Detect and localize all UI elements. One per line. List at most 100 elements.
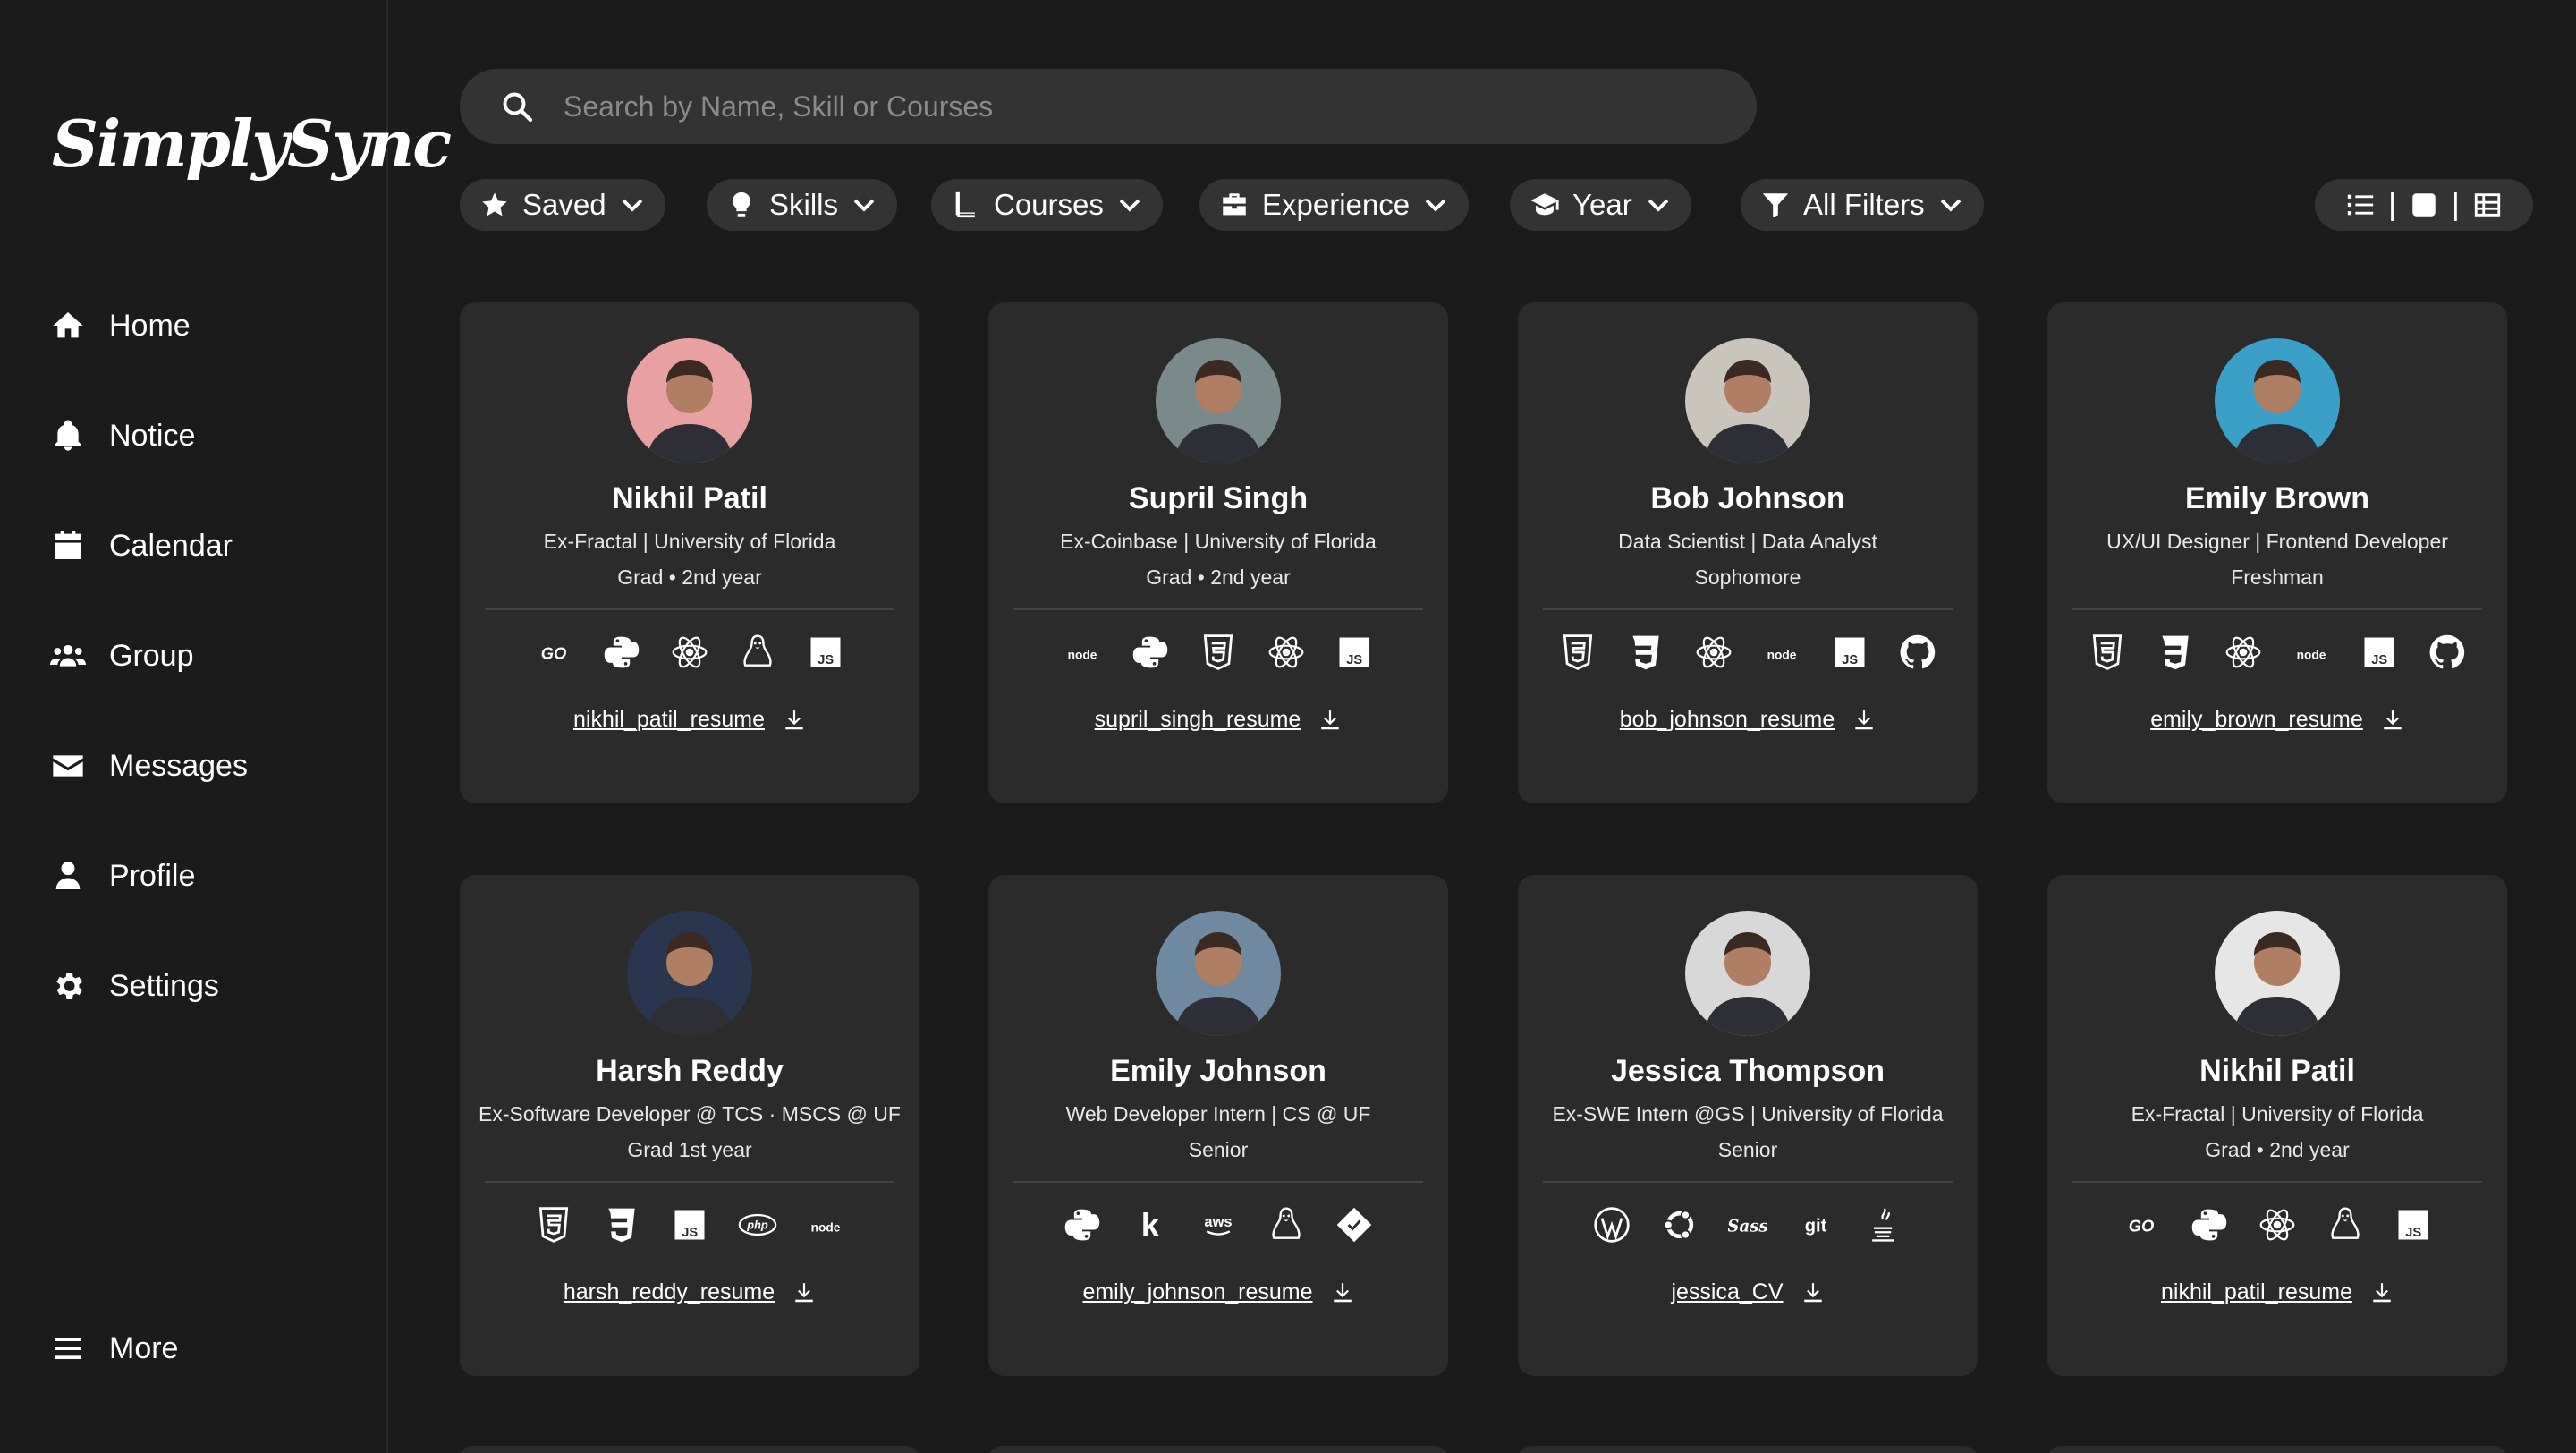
- student-card[interactable]: Emily Johnson Web Developer Intern | CS …: [988, 875, 1448, 1376]
- css3-icon: [2155, 632, 2196, 673]
- view-toggle: | |: [2315, 179, 2533, 231]
- book-icon: [955, 191, 975, 218]
- linux-icon: [2325, 1204, 2366, 1245]
- sidebar-item-settings[interactable]: Settings: [50, 968, 219, 1004]
- sidebar-item-home[interactable]: Home: [50, 308, 191, 344]
- sidebar-item-messages[interactable]: Messages: [50, 748, 248, 784]
- skill-icons: GO JS: [460, 632, 919, 673]
- filter-saved[interactable]: Saved: [460, 179, 665, 231]
- filter-courses[interactable]: Courses: [931, 179, 1163, 231]
- sidebar-item-notice[interactable]: Notice: [50, 418, 195, 454]
- sidebar-item-label: Messages: [109, 748, 248, 783]
- divider: [1013, 608, 1423, 610]
- student-year: Grad 1st year: [627, 1138, 752, 1161]
- chevron-down-icon: [1425, 199, 1446, 212]
- search-bar[interactable]: [460, 69, 1757, 144]
- student-card[interactable]: Jessica Thompson Ex-SWE Intern @GS | Uni…: [1518, 875, 1978, 1376]
- download-icon[interactable]: [2370, 1281, 2394, 1304]
- student-card[interactable]: Harsh Reddy Ex-Software Developer @ TCS …: [460, 875, 919, 1376]
- resume-link[interactable]: supril_singh_resume: [1095, 707, 1301, 733]
- download-icon[interactable]: [792, 1281, 816, 1304]
- skill-icons: node JS: [988, 632, 1448, 673]
- briefcase-icon: [1223, 193, 1246, 216]
- student-title: Ex-Fractal | University of Florida: [2131, 1102, 2424, 1126]
- avatar[interactable]: [627, 338, 752, 463]
- javascript-icon: JS: [2393, 1204, 2434, 1245]
- card-peek: [460, 1446, 919, 1453]
- filter-year[interactable]: Year: [1510, 179, 1691, 231]
- github-icon: [1897, 632, 1938, 673]
- git-icon: git: [1795, 1204, 1836, 1245]
- sidebar-item-calendar[interactable]: Calendar: [50, 528, 233, 564]
- php-icon: php: [737, 1204, 778, 1245]
- sidebar-more[interactable]: More: [50, 1330, 178, 1366]
- divider: [1543, 1181, 1953, 1183]
- avatar[interactable]: [2215, 338, 2340, 463]
- student-name[interactable]: Nikhil Patil: [2047, 1054, 2507, 1089]
- svg-text:JS: JS: [2405, 1226, 2421, 1240]
- javascript-icon: JS: [805, 632, 846, 673]
- avatar[interactable]: [627, 911, 752, 1036]
- svg-text:php: php: [746, 1219, 768, 1232]
- avatar[interactable]: [1685, 338, 1810, 463]
- filter-label: Skills: [769, 188, 839, 221]
- html5-icon: [2087, 632, 2128, 673]
- student-name[interactable]: Nikhil Patil: [460, 481, 919, 516]
- student-card[interactable]: Supril Singh Ex-Coinbase | University of…: [988, 302, 1448, 803]
- filter-skills[interactable]: Skills: [707, 179, 898, 231]
- html5-icon: [1557, 632, 1598, 673]
- view-separator: |: [2452, 187, 2460, 222]
- download-icon[interactable]: [1801, 1281, 1825, 1304]
- avatar[interactable]: [1685, 911, 1810, 1036]
- student-name[interactable]: Jessica Thompson: [1518, 1054, 1978, 1089]
- student-name[interactable]: Supril Singh: [988, 481, 1448, 516]
- resume-link[interactable]: bob_johnson_resume: [1620, 707, 1835, 733]
- resume-link[interactable]: jessica_CV: [1671, 1279, 1783, 1305]
- sidebar-item-profile[interactable]: Profile: [50, 858, 195, 894]
- student-card[interactable]: Bob Johnson Data Scientist | Data Analys…: [1518, 302, 1978, 803]
- filter-label: All Filters: [1803, 188, 1925, 221]
- resume-link[interactable]: nikhil_patil_resume: [2161, 1279, 2352, 1305]
- sidebar-item-group[interactable]: Group: [50, 638, 194, 674]
- resume-link[interactable]: emily_brown_resume: [2150, 707, 2363, 733]
- skill-icons: node JS: [1518, 632, 1978, 673]
- python-icon: [1062, 1204, 1103, 1245]
- student-card[interactable]: Nikhil Patil Ex-Fractal | University of …: [2047, 875, 2507, 1376]
- student-year: Senior: [1717, 1138, 1778, 1161]
- student-name[interactable]: Emily Johnson: [988, 1054, 1448, 1089]
- student-title: Web Developer Intern | CS @ UF: [1065, 1102, 1371, 1126]
- student-card[interactable]: Nikhil Patil Ex-Fractal | University of …: [460, 302, 919, 803]
- download-icon[interactable]: [2381, 709, 2404, 732]
- avatar[interactable]: [2215, 911, 2340, 1036]
- resume-link[interactable]: nikhil_patil_resume: [573, 707, 765, 733]
- filter-all[interactable]: All Filters: [1741, 179, 1984, 231]
- student-year: Senior: [1188, 1138, 1249, 1161]
- skill-icons: GO JS: [2047, 1204, 2507, 1245]
- resume-link[interactable]: harsh_reddy_resume: [564, 1279, 775, 1305]
- download-icon[interactable]: [1331, 1281, 1354, 1304]
- student-card[interactable]: Emily Brown UX/UI Designer | Frontend De…: [2047, 302, 2507, 803]
- grid-view-icon[interactable]: [2472, 190, 2503, 220]
- chevron-down-icon: [853, 199, 875, 212]
- html5-icon: [1198, 632, 1239, 673]
- student-name[interactable]: Harsh Reddy: [460, 1054, 919, 1089]
- filter-experience[interactable]: Experience: [1199, 179, 1470, 231]
- download-icon[interactable]: [783, 709, 806, 732]
- avatar[interactable]: [1156, 338, 1281, 463]
- resume-row: supril_singh_resume: [988, 707, 1448, 733]
- list-view-icon[interactable]: [2345, 190, 2376, 220]
- resume-link[interactable]: emily_johnson_resume: [1082, 1279, 1312, 1305]
- download-icon[interactable]: [1318, 709, 1342, 732]
- avatar[interactable]: [1156, 911, 1281, 1036]
- app-logo[interactable]: SimplySync: [52, 106, 452, 182]
- student-name[interactable]: Bob Johnson: [1518, 481, 1978, 516]
- student-year: Sophomore: [1694, 565, 1801, 589]
- divider: [1013, 1181, 1423, 1183]
- download-icon[interactable]: [1852, 709, 1876, 732]
- nodejs-icon: node: [1062, 632, 1103, 673]
- single-view-icon[interactable]: [2409, 190, 2439, 220]
- student-name[interactable]: Emily Brown: [2047, 481, 2507, 516]
- go-icon: GO: [533, 632, 574, 673]
- aws-icon: aws: [1198, 1204, 1239, 1245]
- search-input[interactable]: [564, 89, 1726, 123]
